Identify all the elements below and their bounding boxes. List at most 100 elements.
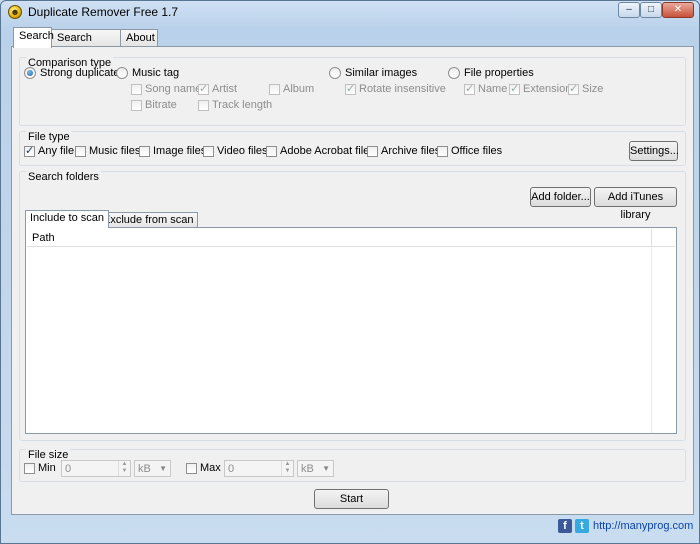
title-bar[interactable]: ☻ Duplicate Remover Free 1.7 – □ ✕ <box>1 1 699 23</box>
search-folders-title: Search folders <box>26 171 101 183</box>
music-files-label: Music files <box>89 145 141 157</box>
file-type-title: File type <box>26 131 72 143</box>
website-link[interactable]: http://manyprog.com <box>593 520 693 532</box>
checkbox-box <box>437 145 448 157</box>
archive-files-label: Archive files <box>381 145 441 157</box>
checkbox-box <box>24 462 35 474</box>
file-properties-radio[interactable]: File properties <box>448 67 534 79</box>
app-window: ☻ Duplicate Remover Free 1.7 – □ ✕ Searc… <box>0 0 700 544</box>
track-length-checkbox[interactable]: Track length <box>198 99 272 111</box>
video-files-checkbox[interactable]: Video files <box>203 145 268 157</box>
strong-duplicate-radio[interactable]: Strong duplicate <box>24 67 120 79</box>
checkbox-box <box>131 83 142 95</box>
max-unit-value: kB <box>301 463 314 475</box>
minimize-button[interactable]: – <box>618 2 640 18</box>
adobe-acrobat-files-label: Adobe Acrobat files <box>280 145 375 157</box>
office-files-label: Office files <box>451 145 503 157</box>
tab-include-to-scan[interactable]: Include to scan <box>25 210 109 228</box>
max-size-label: Max <box>200 462 221 474</box>
max-size-spinner[interactable]: ▲ ▼ <box>281 461 293 476</box>
music-tag-radio[interactable]: Music tag <box>116 67 179 79</box>
music-files-checkbox[interactable]: Music files <box>75 145 140 157</box>
min-size-label: Min <box>38 462 56 474</box>
checkbox-box <box>266 145 277 157</box>
track-length-label: Track length <box>212 99 273 111</box>
checkbox-box <box>568 82 579 95</box>
video-files-label: Video files <box>217 145 268 157</box>
max-size-value: 0 <box>228 463 235 475</box>
checkbox-box <box>203 145 214 157</box>
chevron-down-icon: ▼ <box>159 464 167 473</box>
file-properties-label: File properties <box>464 67 534 79</box>
maximize-button[interactable]: □ <box>640 2 662 18</box>
settings-button[interactable]: Settings... <box>629 141 679 161</box>
artist-checkbox[interactable]: Artist <box>198 82 238 95</box>
adobe-acrobat-files-checkbox[interactable]: Adobe Acrobat files <box>266 145 375 157</box>
artist-label: Artist <box>212 83 238 95</box>
column-separator[interactable] <box>651 229 652 247</box>
any-file-checkbox[interactable]: Any file <box>24 144 75 157</box>
bitrate-label: Bitrate <box>145 99 177 111</box>
bitrate-checkbox[interactable]: Bitrate <box>131 99 177 111</box>
extension-checkbox[interactable]: Extension <box>509 82 571 95</box>
size-label: Size <box>582 83 604 95</box>
checkbox-box <box>367 145 378 157</box>
checkbox-box <box>198 82 209 95</box>
size-checkbox[interactable]: Size <box>568 82 604 95</box>
name-label: Name <box>478 83 508 95</box>
strong-duplicate-label: Strong duplicate <box>40 67 120 79</box>
include-folders-list[interactable]: Path <box>25 227 677 434</box>
path-column-header[interactable]: Path <box>32 232 55 244</box>
tab-search-result[interactable]: Search result <box>51 29 121 60</box>
song-name-label: Song name <box>145 83 202 95</box>
min-size-checkbox[interactable]: Min <box>24 462 56 474</box>
checkbox-box <box>269 83 280 95</box>
checkbox-box <box>186 462 197 474</box>
any-file-label: Any file <box>38 145 75 157</box>
start-button[interactable]: Start <box>314 489 389 509</box>
add-itunes-library-button[interactable]: Add iTunes library <box>594 187 677 221</box>
office-files-checkbox[interactable]: Office files <box>437 145 502 157</box>
min-size-value: 0 <box>65 463 72 475</box>
image-files-checkbox[interactable]: Image files <box>139 145 206 157</box>
checkbox-box <box>464 82 475 95</box>
song-name-checkbox[interactable]: Song name <box>131 83 201 95</box>
radio-indicator <box>448 67 460 79</box>
checkbox-box <box>139 145 150 157</box>
similar-images-label: Similar images <box>345 67 418 79</box>
search-panel: Comparison type Strong duplicate Music t… <box>11 46 694 515</box>
close-button[interactable]: ✕ <box>662 2 694 18</box>
similar-images-radio[interactable]: Similar images <box>329 67 417 79</box>
rotate-insensitive-checkbox[interactable]: Rotate insensitive <box>345 82 446 95</box>
min-unit-value: kB <box>138 463 151 475</box>
radio-indicator <box>24 67 36 79</box>
add-folder-button[interactable]: Add folder... <box>530 187 591 207</box>
radio-indicator <box>329 67 341 79</box>
image-files-label: Image files <box>153 145 207 157</box>
checkbox-box <box>131 99 142 111</box>
checkbox-box <box>75 145 86 157</box>
max-size-checkbox[interactable]: Max <box>186 462 221 474</box>
max-unit-select[interactable]: kB ▼ <box>297 460 334 477</box>
min-unit-select[interactable]: kB ▼ <box>134 460 171 477</box>
album-label: Album <box>283 83 315 95</box>
radio-indicator <box>116 67 128 79</box>
min-size-input[interactable]: 0 ▲ ▼ <box>61 460 131 477</box>
facebook-icon[interactable]: f <box>558 519 572 533</box>
chevron-down-icon: ▼ <box>322 464 330 473</box>
album-checkbox[interactable]: Album <box>269 83 314 95</box>
min-size-spinner[interactable]: ▲ ▼ <box>118 461 130 476</box>
tab-about[interactable]: About <box>120 29 158 47</box>
column-gridline <box>651 247 652 433</box>
max-size-input[interactable]: 0 ▲ ▼ <box>224 460 294 477</box>
checkbox-box <box>509 82 520 95</box>
list-header: Path <box>27 229 675 247</box>
app-logo-icon: ☻ <box>8 5 22 19</box>
rotate-insensitive-label: Rotate insensitive <box>359 83 446 95</box>
archive-files-checkbox[interactable]: Archive files <box>367 145 440 157</box>
tab-search[interactable]: Search <box>13 27 54 48</box>
twitter-icon[interactable]: t <box>575 519 589 533</box>
music-tag-label: Music tag <box>132 67 180 79</box>
checkbox-box <box>198 99 209 111</box>
name-checkbox[interactable]: Name <box>464 82 508 95</box>
